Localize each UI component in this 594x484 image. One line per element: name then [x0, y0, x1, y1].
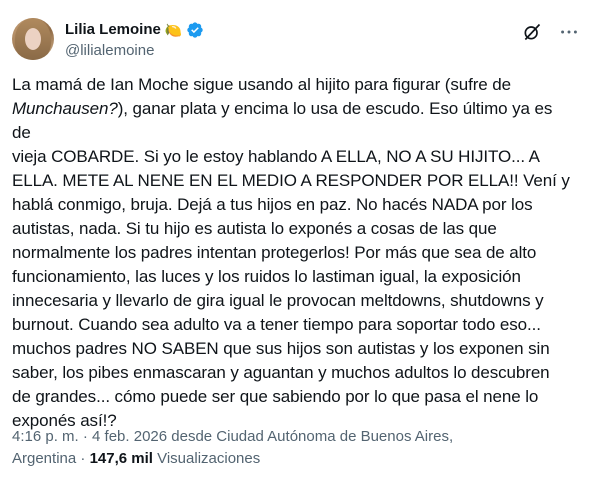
tweet-line: burnout. Cuando sea adulto va a tener ti… — [12, 315, 541, 334]
tweet-header: Lilia Lemoine 🍋 @lilialemoine — [12, 18, 582, 62]
timestamp-line[interactable]: 4:16 p. m. · 4 feb. 2026 desde Ciudad Au… — [12, 426, 572, 448]
tweet-line: de grandes... cómo puede ser que sabiend… — [12, 387, 539, 406]
author-display-name[interactable]: Lilia Lemoine — [65, 20, 161, 40]
italic-word: Munchausen? — [12, 99, 118, 118]
tweet-meta: 4:16 p. m. · 4 feb. 2026 desde Ciudad Au… — [12, 426, 572, 470]
tweet-line: innecesaria y llevarlo de gira igual le … — [12, 291, 544, 310]
tweet-line: autistas, nada. Si tu hijo es autista lo… — [12, 219, 497, 238]
grok-icon[interactable] — [522, 22, 542, 42]
tweet-line: muchos padres NO SABEN que sus hijos son… — [12, 339, 550, 358]
views-label: Visualizaciones — [152, 450, 261, 467]
separator: · — [76, 450, 90, 467]
avatar[interactable] — [12, 18, 54, 60]
verified-badge-icon — [187, 22, 203, 38]
tweet-line: ELLA. METE AL NENE EN EL MEDIO A RESPOND… — [12, 171, 570, 190]
author-info: Lilia Lemoine 🍋 @lilialemoine — [65, 20, 204, 61]
tweet-line: La mamá de Ian Moche sigue usando al hij… — [12, 75, 511, 94]
tweet-line: Munchausen?), ganar plata y encima lo us… — [12, 97, 572, 145]
location-continuation: Argentina — [12, 450, 77, 467]
tweet-line: saber, los pibes enmascaran y aguantan y… — [12, 363, 550, 382]
views-line: Argentina · 147,6 mil Visualizaciones — [12, 448, 572, 470]
tweet-card: Lilia Lemoine 🍋 @lilialemoine La mamá de… — [0, 0, 594, 484]
tweet-line: hablá conmigo, bruja. Dejá a tus hijos e… — [12, 195, 533, 214]
tweet-line: funcionamiento, las luces y los ruidos l… — [12, 267, 521, 286]
lemon-emoji: 🍋 — [164, 22, 183, 38]
tweet-line: normalmente los padres intentan proteger… — [12, 243, 537, 262]
tweet-line: vieja COBARDE. Si yo le estoy hablando A… — [12, 147, 540, 166]
author-handle[interactable]: @lilialemoine — [65, 41, 204, 61]
tweet-text: La mamá de Ian Moche sigue usando al hij… — [12, 73, 572, 433]
views-count[interactable]: 147,6 mil — [90, 450, 153, 467]
more-options-icon[interactable] — [558, 21, 580, 43]
